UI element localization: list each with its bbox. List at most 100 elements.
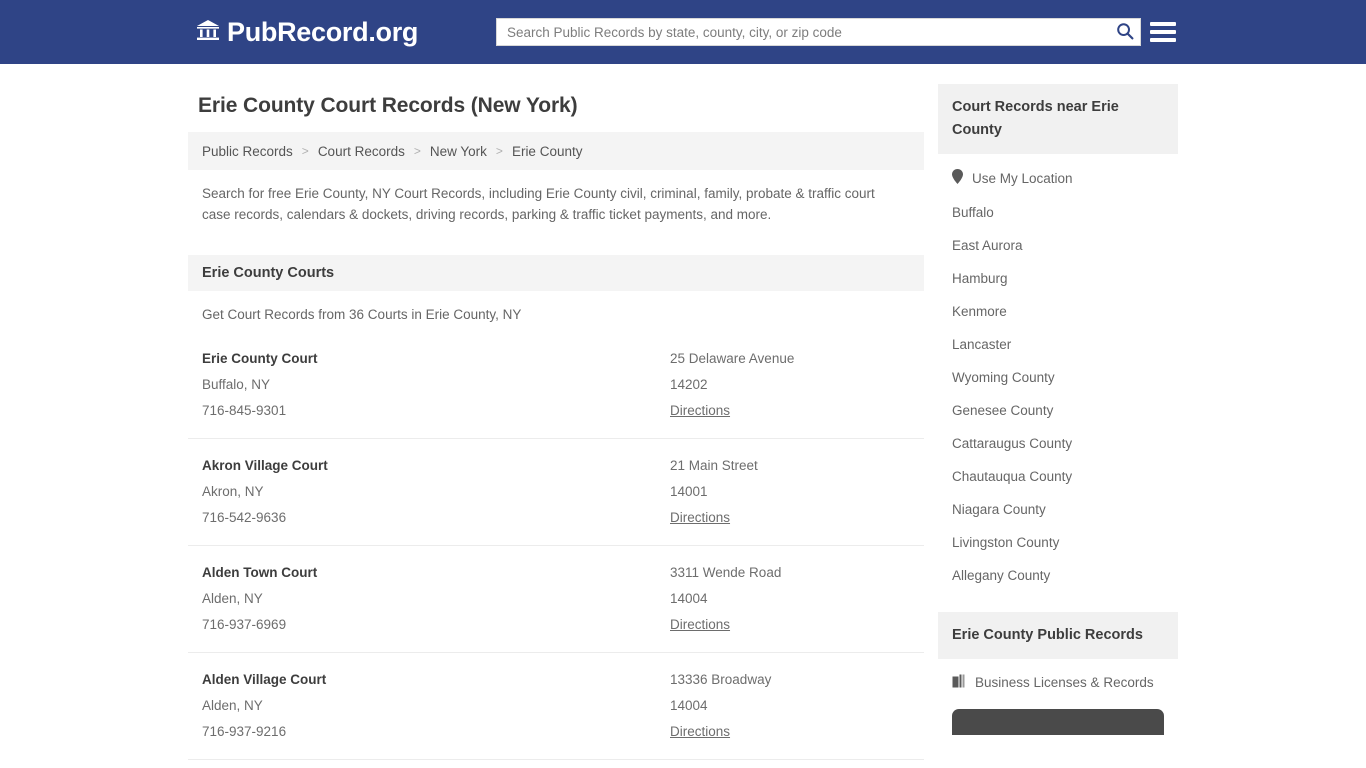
court-name: Alden Village Court — [202, 672, 327, 687]
sidebar-title-public-records: Erie County Public Records — [938, 612, 1178, 659]
court-info-right: 3311 Wende Road 14004 Directions — [670, 560, 910, 638]
sidebar-item-use-my-location[interactable]: Use My Location — [938, 160, 1178, 196]
court-address: 3311 Wende Road — [670, 565, 782, 580]
court-list-item[interactable]: Amherst Town Court Buffalo, NY 400 John … — [188, 760, 924, 768]
court-info-left: Alden Town Court Alden, NY 716-937-6969 — [202, 560, 670, 638]
sidebar-item-business-licenses-records[interactable]: Business Licenses & Records — [938, 665, 1178, 700]
sidebar-item-label: Business Licenses & Records — [975, 675, 1154, 690]
directions-link[interactable]: Directions — [670, 719, 730, 745]
sidebar-item-niagara-county[interactable]: Niagara County — [938, 493, 1178, 526]
court-info-left: Alden Village Court Alden, NY 716-937-92… — [202, 667, 670, 745]
breadcrumb-item-new-york[interactable]: New York — [430, 144, 487, 159]
sidebar-item-label: Chautauqua County — [952, 469, 1073, 484]
sidebar-item-genesee-county[interactable]: Genesee County — [938, 394, 1178, 427]
site-header: PubRecord.org — [0, 0, 1366, 64]
court-phone[interactable]: 716-845-9301 — [202, 398, 670, 424]
directions-link[interactable]: Directions — [670, 612, 730, 638]
court-zip: 14202 — [670, 377, 708, 392]
court-zip: 14004 — [670, 698, 708, 713]
hamburger-bar — [1150, 38, 1176, 42]
content-container: Erie County Court Records (New York) Pub… — [188, 64, 1178, 768]
site-logo[interactable]: PubRecord.org — [196, 16, 419, 47]
sidebar-item-allegany-county[interactable]: Allegany County — [938, 559, 1178, 592]
page-description: Search for free Erie County, NY Court Re… — [202, 186, 875, 222]
breadcrumb-item-erie-county: Erie County — [511, 143, 583, 159]
court-list-item[interactable]: Akron Village Court Akron, NY 716-542-96… — [188, 439, 924, 546]
breadcrumb-separator: > — [495, 144, 503, 158]
sidebar-item-lancaster[interactable]: Lancaster — [938, 328, 1178, 361]
sidebar: Court Records near Erie County Use My Lo… — [938, 84, 1178, 768]
search-button[interactable] — [1110, 19, 1140, 45]
hamburger-menu-icon[interactable] — [1150, 20, 1176, 44]
court-address: 21 Main Street — [670, 458, 758, 473]
sidebar-item-label: Lancaster — [952, 337, 1012, 352]
sidebar-item-label: Cattaraugus County — [952, 436, 1073, 451]
hamburger-bar — [1150, 22, 1176, 26]
map-pin-icon — [952, 169, 963, 187]
court-info-right: 21 Main Street 14001 Directions — [670, 453, 910, 531]
court-city: Buffalo, NY — [202, 377, 271, 392]
court-info-left: Erie County Court Buffalo, NY 716-845-93… — [202, 346, 670, 424]
court-name: Akron Village Court — [202, 458, 328, 473]
sidebar-item-label: Genesee County — [952, 403, 1054, 418]
court-name: Alden Town Court — [202, 565, 318, 580]
sidebar-item-label: Use My Location — [972, 170, 1073, 186]
main-column: Erie County Court Records (New York) Pub… — [188, 84, 924, 768]
court-list-item[interactable]: Alden Village Court Alden, NY 716-937-92… — [188, 653, 924, 760]
court-list-item[interactable]: Alden Town Court Alden, NY 716-937-6969 … — [188, 546, 924, 653]
court-list-item[interactable]: Erie County Court Buffalo, NY 716-845-93… — [188, 332, 924, 439]
court-phone[interactable]: 716-542-9636 — [202, 505, 670, 531]
court-zip: 14004 — [670, 591, 708, 606]
sidebar-title-nearby: Court Records near Erie County — [938, 84, 1178, 154]
bank-icon — [196, 19, 220, 46]
sidebar-item-buffalo[interactable]: Buffalo — [938, 196, 1178, 229]
court-zip: 14001 — [670, 484, 708, 499]
sidebar-item-label: East Aurora — [952, 238, 1023, 253]
sidebar-item-label: Hamburg — [952, 271, 1008, 286]
sidebar-public-records-list: Business Licenses & Records — [938, 659, 1178, 735]
court-city: Alden, NY — [202, 698, 263, 713]
sidebar-overlay-panel[interactable] — [952, 709, 1164, 735]
sidebar-item-hamburg[interactable]: Hamburg — [938, 262, 1178, 295]
sidebar-item-label: Kenmore — [952, 304, 1007, 319]
court-info-right: 25 Delaware Avenue 14202 Directions — [670, 346, 910, 424]
sidebar-item-cattaraugus-county[interactable]: Cattaraugus County — [938, 427, 1178, 460]
directions-link[interactable]: Directions — [670, 505, 730, 531]
search-bar — [496, 18, 1141, 46]
sidebar-item-east-aurora[interactable]: East Aurora — [938, 229, 1178, 262]
briefcase-icon — [952, 674, 966, 691]
breadcrumb-item-court-records[interactable]: Court Records — [318, 144, 405, 159]
section-header-erie-county-courts: Erie County Courts — [188, 255, 924, 291]
court-city: Alden, NY — [202, 591, 263, 606]
sidebar-item-wyoming-county[interactable]: Wyoming County — [938, 361, 1178, 394]
court-city: Akron, NY — [202, 484, 264, 499]
hamburger-bar — [1150, 30, 1176, 34]
breadcrumb-item-public-records[interactable]: Public Records — [202, 144, 293, 159]
sidebar-item-label: Allegany County — [952, 568, 1051, 583]
breadcrumb-separator: > — [413, 144, 421, 158]
court-name: Erie County Court — [202, 351, 318, 366]
sidebar-item-livingston-county[interactable]: Livingston County — [938, 526, 1178, 559]
search-input[interactable] — [497, 19, 1110, 45]
sidebar-nearby-list: Use My Location Buffalo East Aurora Hamb… — [938, 154, 1178, 592]
court-address: 13336 Broadway — [670, 672, 772, 687]
sidebar-item-chautauqua-county[interactable]: Chautauqua County — [938, 460, 1178, 493]
sidebar-item-kenmore[interactable]: Kenmore — [938, 295, 1178, 328]
search-icon — [1116, 22, 1134, 43]
court-address: 25 Delaware Avenue — [670, 351, 795, 366]
page-body: Erie County Court Records (New York) Pub… — [0, 64, 1366, 768]
court-phone[interactable]: 716-937-6969 — [202, 612, 670, 638]
sidebar-item-label: Buffalo — [952, 205, 994, 220]
breadcrumb: Public Records > Court Records > New Yor… — [188, 132, 924, 170]
page-title: Erie County Court Records (New York) — [198, 94, 578, 117]
courts-count-text: Get Court Records from 36 Courts in Erie… — [202, 307, 522, 322]
sidebar-item-label: Livingston County — [952, 535, 1060, 550]
sidebar-item-label: Niagara County — [952, 502, 1046, 517]
court-phone[interactable]: 716-937-9216 — [202, 719, 670, 745]
site-logo-text: PubRecord.org — [227, 16, 419, 47]
directions-link[interactable]: Directions — [670, 398, 730, 424]
sidebar-item-label: Wyoming County — [952, 370, 1055, 385]
court-info-right: 13336 Broadway 14004 Directions — [670, 667, 910, 745]
court-info-left: Akron Village Court Akron, NY 716-542-96… — [202, 453, 670, 531]
breadcrumb-separator: > — [301, 144, 309, 158]
